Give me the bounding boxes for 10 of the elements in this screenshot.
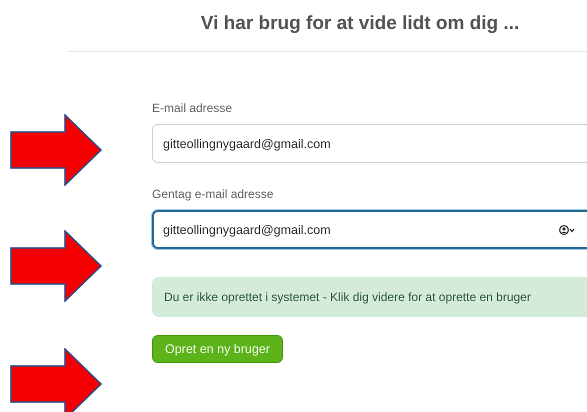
- email-field[interactable]: gitteollingnygaard@gmail.com: [152, 124, 587, 163]
- arrow-icon: [10, 230, 102, 302]
- alert-message: Du er ikke oprettet i systemet - Klik dig videre for at oprette en bruger: [152, 277, 587, 317]
- page-title: Vi har brug for at vide lidt om dig ...: [200, 12, 520, 36]
- arrow-icon: [10, 114, 102, 186]
- person-icon[interactable]: [559, 224, 575, 234]
- email-field[interactable]: gitteollingnygaard@gmail.com: [152, 210, 587, 249]
- field-label: Gentag e-mail adresse: [152, 187, 274, 201]
- arrow-icon: [10, 348, 102, 412]
- field-label: E-mail adresse: [152, 101, 234, 115]
